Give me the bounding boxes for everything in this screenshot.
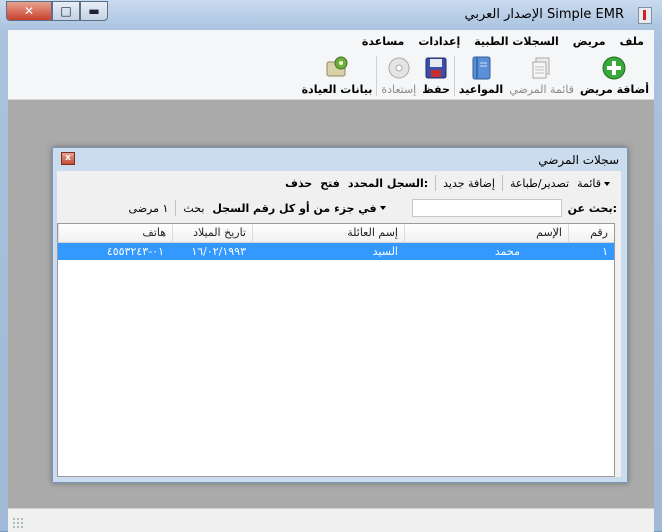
table-row[interactable]: ١ محمد السيد ١٦/٠٢/١٩٩٣ ٠١-٤٥٥٣٢٤٣ [58,243,614,260]
records-table: رقم ⁄ الإسم إسم العائلة تاريخ الميلاد ها… [57,223,615,477]
toolbar: أضافة مريض قائمة المرضي المواعيد حفظ إست… [8,52,654,100]
command-separator [435,175,437,191]
caption-buttons: ✕ □ ▬ [6,1,108,21]
clinic-data-button[interactable]: بيانات العيادة [299,52,376,96]
clinic-data-label: بيانات العيادة [301,83,373,96]
notebook-icon [469,56,493,80]
cell-birthdate: ١٦/٠٢/١٩٩٣ [191,245,246,258]
column-header-birthdate[interactable]: تاريخ الميلاد [172,224,252,242]
list-menu[interactable]: قائمة [573,177,617,190]
toolbar-separator [453,56,455,96]
app-thermometer-icon [638,7,652,24]
window-title: Simple EMR الإصدار العربي [464,7,625,22]
menu-medical-records[interactable]: السجلات الطبية [467,35,566,48]
main-window: ✕ □ ▬ Simple EMR الإصدار العربي ملف مريض… [0,0,662,532]
mdi-workspace: x سجلات المرضي قائمة تصدير/طباعة إضافة ج… [8,100,654,508]
command-bar: قائمة تصدير/طباعة إضافة جديد السجل المحد… [57,171,621,195]
child-body: قائمة تصدير/طباعة إضافة جديد السجل المحد… [57,171,621,477]
maximize-button[interactable]: □ [52,1,80,21]
column-header-name[interactable]: الإسم [404,224,568,242]
list-menu-label: قائمة [577,176,601,190]
search-input[interactable] [411,199,562,217]
cell-name: محمد [494,245,520,258]
patient-list-label: قائمة المرضي [509,83,574,96]
dropdown-arrow-icon [379,206,386,210]
add-new-button[interactable]: إضافة جديد [439,177,499,190]
search-scope-value: في جزء من أو كل رقم السجل [212,201,377,215]
title-bar[interactable]: ✕ □ ▬ Simple EMR الإصدار العربي [0,0,662,30]
status-bar [8,508,654,532]
appointments-label: المواعيد [458,83,504,96]
column-header-number[interactable]: رقم [568,224,614,242]
add-patient-label: أضافة مريض [579,83,649,96]
floppy-disk-icon [424,56,448,80]
child-window-title: سجلات المرضي [538,153,619,167]
search-separator [175,200,177,216]
selected-record-label: السجل المحدد: [347,176,429,190]
column-header-family[interactable]: إسم العائلة [252,224,404,242]
delete-button[interactable]: حذف [281,177,316,190]
open-button[interactable]: فتح [316,177,344,190]
search-scope-select[interactable]: في جزء من أو كل رقم السجل [208,202,407,215]
documents-icon [530,56,554,80]
cell-family: السيد [372,245,398,258]
export-print-button[interactable]: تصدير/طباعة [506,177,573,190]
menu-file[interactable]: ملف [613,35,654,48]
menu-patient[interactable]: مريض [566,35,613,48]
cell-number: ١ [602,245,608,258]
cell-phone: ٠١-٤٥٥٣٢٤٣ [106,245,164,258]
restore-label: إستعادة [381,83,417,96]
dropdown-arrow-icon [604,181,610,186]
patient-list-button[interactable]: قائمة المرضي [506,52,577,96]
column-header-phone[interactable]: هاتف [58,224,172,242]
disc-icon [387,56,411,80]
record-count: ١ مرضى [128,201,169,215]
patient-records-window: x سجلات المرضي قائمة تصدير/طباعة إضافة ج… [52,147,628,483]
menu-help[interactable]: مساعدة [355,35,412,48]
save-label: حفظ [422,83,450,96]
menu-settings[interactable]: إعدادات [411,35,467,48]
appointments-button[interactable]: المواعيد [456,52,506,96]
search-bar: بحث عن: في جزء من أو كل رقم السجل بحث ١ … [57,195,621,221]
command-separator [501,175,503,191]
toolbar-separator [376,56,378,96]
clinic-settings-icon [325,56,349,80]
add-patient-button[interactable]: أضافة مريض [577,52,652,96]
save-button[interactable]: حفظ [419,52,453,96]
search-label: بحث عن: [567,201,617,215]
child-title-bar[interactable]: x سجلات المرضي [53,148,627,171]
resize-grip-icon[interactable] [12,517,24,529]
add-plus-icon [602,56,626,80]
child-close-button[interactable]: x [61,152,75,165]
minimize-button[interactable]: ▬ [80,1,108,21]
restore-button[interactable]: إستعادة [378,52,419,96]
table-header: رقم ⁄ الإسم إسم العائلة تاريخ الميلاد ها… [58,224,614,243]
client-area: ملف مريض السجلات الطبية إعدادات مساعدة أ… [8,30,654,508]
menu-bar: ملف مريض السجلات الطبية إعدادات مساعدة [8,30,654,52]
close-button[interactable]: ✕ [6,1,52,21]
search-button[interactable]: بحث [179,202,208,215]
